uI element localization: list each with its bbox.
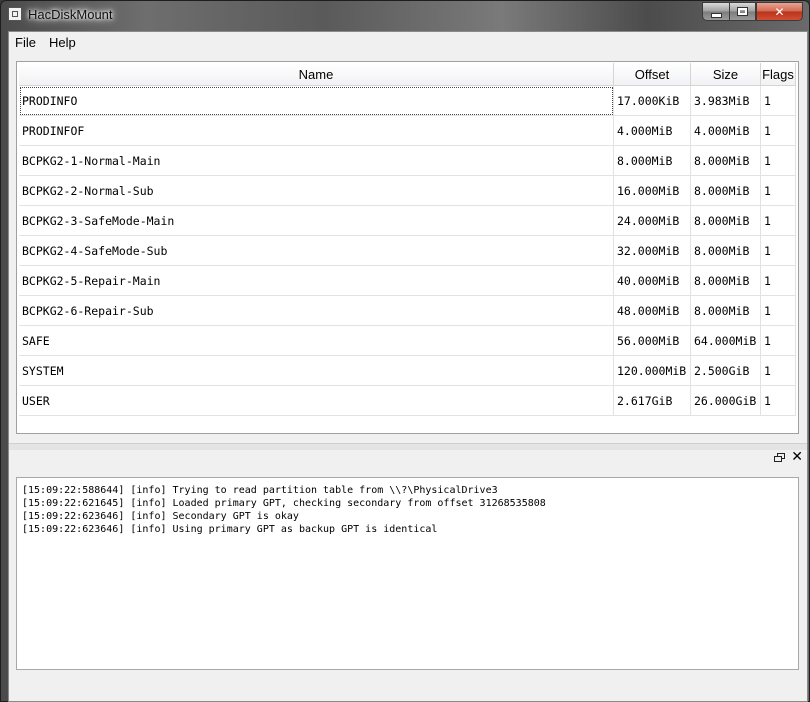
cell-flags: 1 <box>760 295 797 326</box>
column-header-offset[interactable]: Offset <box>613 63 691 86</box>
cell-name: PRODINFO <box>19 85 614 116</box>
menu-file[interactable]: File <box>9 34 42 51</box>
cell-name: SAFE <box>19 325 614 356</box>
partition-table-frame: Name Offset Size Flags PRODINFO 17.000KiB… <box>16 61 799 434</box>
cell-name: BCPKG2-3-SafeMode-Main <box>19 205 614 236</box>
maximize-button[interactable] <box>729 2 756 21</box>
title-bar[interactable]: HacDiskMount ✕ <box>1 1 809 31</box>
app-window: HacDiskMount ✕ File Help Name Offset Siz… <box>0 0 810 702</box>
cell-flags: 1 <box>760 355 797 386</box>
menu-help[interactable]: Help <box>43 34 82 51</box>
table-row[interactable]: USER 2.617GiB 26.000GiB 1 <box>19 385 797 416</box>
maximize-icon <box>737 7 748 16</box>
app-icon[interactable] <box>8 7 22 21</box>
cell-offset: 2.617GiB <box>613 385 691 416</box>
table-row[interactable]: SAFE 56.000MiB 64.000MiB 1 <box>19 325 797 356</box>
cell-offset: 120.000MiB <box>613 355 691 386</box>
table-row[interactable]: SYSTEM 120.000MiB 2.500GiB 1 <box>19 355 797 386</box>
cell-name: PRODINFOF <box>19 115 614 146</box>
cell-size: 2.500GiB <box>690 355 761 386</box>
table-row[interactable]: BCPKG2-1-Normal-Main 8.000MiB 8.000MiB 1 <box>19 145 797 176</box>
minimize-button[interactable] <box>702 2 729 21</box>
log-dock-titlebar: ✕ <box>9 449 807 469</box>
close-icon: ✕ <box>774 4 785 19</box>
cell-flags: 1 <box>760 145 797 176</box>
cell-size: 8.000MiB <box>690 295 761 326</box>
partition-table: Name Offset Size Flags PRODINFO 17.000KiB… <box>19 63 797 416</box>
cell-size: 8.000MiB <box>690 265 761 296</box>
cell-size: 26.000GiB <box>690 385 761 416</box>
column-header-name[interactable]: Name <box>19 63 614 86</box>
cell-name: BCPKG2-5-Repair-Main <box>19 265 614 296</box>
client-area: File Help Name Offset Size Flags PRODINF… <box>8 31 808 702</box>
cell-flags: 1 <box>760 235 797 266</box>
cell-flags: 1 <box>760 175 797 206</box>
cell-size: 8.000MiB <box>690 175 761 206</box>
table-row[interactable]: BCPKG2-3-SafeMode-Main 24.000MiB 8.000MiB 1 <box>19 205 797 236</box>
cell-flags: 1 <box>760 265 797 296</box>
cell-flags: 1 <box>760 115 797 146</box>
column-header-size[interactable]: Size <box>690 63 761 86</box>
minimize-icon <box>710 12 722 18</box>
cell-name: BCPKG2-4-SafeMode-Sub <box>19 235 614 266</box>
log-line: [15:09:22:623646] [info] Secondary GPT i… <box>22 511 299 522</box>
cell-size: 64.000MiB <box>690 325 761 356</box>
table-row[interactable]: BCPKG2-2-Normal-Sub 16.000MiB 8.000MiB 1 <box>19 175 797 206</box>
table-row[interactable]: BCPKG2-4-SafeMode-Sub 32.000MiB 8.000MiB 1 <box>19 235 797 266</box>
cell-size: 8.000MiB <box>690 235 761 266</box>
cell-size: 4.000MiB <box>690 115 761 146</box>
table-row[interactable]: PRODINFO 17.000KiB 3.983MiB 1 <box>19 85 797 116</box>
cell-name: SYSTEM <box>19 355 614 386</box>
cell-offset: 48.000MiB <box>613 295 691 326</box>
cell-size: 8.000MiB <box>690 205 761 236</box>
table-row[interactable]: BCPKG2-6-Repair-Sub 48.000MiB 8.000MiB 1 <box>19 295 797 326</box>
cell-offset: 8.000MiB <box>613 145 691 176</box>
cell-size: 3.983MiB <box>690 85 761 116</box>
cell-name: BCPKG2-2-Normal-Sub <box>19 175 614 206</box>
table-row[interactable]: BCPKG2-5-Repair-Main 40.000MiB 8.000MiB 1 <box>19 265 797 296</box>
log-line: [15:09:22:621645] [info] Loaded primary … <box>22 498 546 509</box>
cell-offset: 32.000MiB <box>613 235 691 266</box>
cell-offset: 24.000MiB <box>613 205 691 236</box>
cell-flags: 1 <box>760 85 797 116</box>
column-header-flags[interactable]: Flags <box>760 63 797 86</box>
cell-name: BCPKG2-6-Repair-Sub <box>19 295 614 326</box>
cell-offset: 16.000MiB <box>613 175 691 206</box>
caption-buttons: ✕ <box>702 2 803 21</box>
cell-offset: 4.000MiB <box>613 115 691 146</box>
close-button[interactable]: ✕ <box>756 2 803 21</box>
cell-offset: 56.000MiB <box>613 325 691 356</box>
cell-offset: 17.000KiB <box>613 85 691 116</box>
log-line: [15:09:22:588644] [info] Trying to read … <box>22 485 498 496</box>
float-icon[interactable] <box>774 453 785 463</box>
log-line: [15:09:22:623646] [info] Using primary G… <box>22 524 438 535</box>
table-row[interactable]: PRODINFOF 4.000MiB 4.000MiB 1 <box>19 115 797 146</box>
cell-offset: 40.000MiB <box>613 265 691 296</box>
log-output[interactable]: [15:09:22:588644] [info] Trying to read … <box>16 477 799 670</box>
cell-flags: 1 <box>760 205 797 236</box>
cell-name: BCPKG2-1-Normal-Main <box>19 145 614 176</box>
cell-flags: 1 <box>760 385 797 416</box>
cell-flags: 1 <box>760 325 797 356</box>
menu-bar: File Help <box>9 32 807 52</box>
window-title: HacDiskMount <box>28 7 113 22</box>
table-header-row: Name Offset Size Flags <box>19 63 797 86</box>
cell-size: 8.000MiB <box>690 145 761 176</box>
cell-name: USER <box>19 385 614 416</box>
close-icon[interactable]: ✕ <box>791 449 803 465</box>
